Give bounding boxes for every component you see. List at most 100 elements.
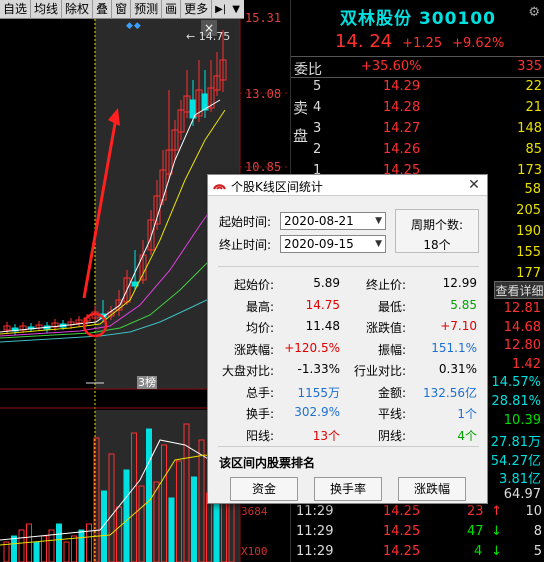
stat-value: 0.31% (438, 362, 477, 376)
ask-row[interactable]: 5 14.29 22 (291, 76, 544, 98)
toolbar-item-more[interactable]: 更多 (181, 0, 213, 19)
price-change-pct: +9.62% (452, 36, 505, 51)
stat-value: 5.89 (313, 276, 340, 290)
dragon-tiger-tag[interactable]: 3榜 (137, 376, 157, 389)
tick-volume: 47 (467, 524, 484, 539)
chevron-down-icon: ▼ (375, 216, 382, 226)
dropdown-arrow-icon[interactable]: ▼ (229, 4, 243, 15)
price-line: 14. 24 +1.25 +9.62% (335, 31, 504, 52)
toolbar-item-ma[interactable]: 均线 (31, 0, 63, 19)
tick-price: 14.25 (383, 504, 421, 519)
dialog-titlebar[interactable]: 个股K线区间统计 ✕ (208, 175, 487, 196)
stat-label: 金额: (377, 385, 406, 400)
view-detail-tab[interactable]: 查看详细 (494, 281, 544, 299)
tick-count: 10 (525, 504, 542, 519)
stat-value: 13个 (312, 428, 340, 443)
end-date-select[interactable]: 2020-09-15 ▼ (280, 235, 386, 253)
bid-volume: 190 (516, 224, 541, 239)
stat-value: 12.81 (503, 301, 541, 316)
chart-toolbar: 自选 均线 除权 叠 窗 预测 画 更多 ▶| ▼ (0, 0, 244, 19)
rank-by-funds-button[interactable]: 资金 (230, 477, 298, 501)
volume-bar (191, 476, 197, 562)
ask-level: 3 (313, 121, 322, 136)
stat-value: 151.1% (431, 340, 477, 355)
bid-volume: 155 (516, 245, 541, 260)
play-icon[interactable]: ▶| (212, 4, 229, 15)
ranking-section-title: 该区间内股票排名 (219, 456, 316, 470)
stat-label: 阳线: (245, 428, 274, 443)
start-date-value: 2020-08-21 (284, 214, 354, 228)
toolbar-item-forecast[interactable]: 预测 (131, 0, 163, 19)
up-arrow-icon: ↑ (491, 504, 502, 519)
stat-label: 振幅: (377, 342, 406, 357)
tick-row: 11:29 14.25 4 ↓ 5 (291, 542, 544, 562)
ask-row[interactable]: 2 14.26 85 (291, 139, 544, 161)
stat-label: 涨跌幅: (233, 342, 274, 357)
stat-value: 1.42 (512, 356, 541, 372)
tick-time: 11:29 (296, 524, 334, 539)
rank-by-turnover-button[interactable]: 换手率 (314, 477, 382, 501)
stats-row: 起始价: 5.89 终止价: 12.99 (208, 274, 487, 294)
stat-value: 54.27亿 (490, 453, 541, 469)
stat-value: 1个 (457, 407, 477, 421)
ask-level: 5 (313, 79, 322, 94)
dialog-close-icon[interactable]: ✕ (465, 176, 483, 194)
volume-bar (78, 529, 85, 562)
stat-label: 换手: (245, 407, 274, 421)
toolbar-item-window[interactable]: 窗 (112, 0, 132, 19)
stock-title: 双林股份 300100 (340, 9, 496, 29)
ask-row[interactable]: 4 14.28 21 (291, 97, 544, 119)
price-axis-label-high: 15.31 (245, 11, 282, 25)
stat-value: 12.80 (503, 338, 541, 354)
gear-icon[interactable]: ⚙ (528, 5, 540, 20)
stat-value: 14.57% (491, 375, 541, 391)
volume-bar (63, 541, 70, 562)
volume-bar (146, 428, 152, 562)
stats-row: 最高: 14.75 最低: 5.85 (208, 296, 487, 316)
last-price: 14. 24 (335, 31, 393, 52)
volume-bar (33, 541, 40, 562)
toolbar-item-draw[interactable]: 画 (162, 0, 182, 19)
stat-label: 均价: (245, 321, 274, 335)
stat-label: 行业对比: (353, 364, 406, 378)
stat-value: 1155万 (297, 385, 340, 400)
start-time-label: 起始时间: (219, 215, 272, 229)
order-diff-value: 335 (517, 59, 542, 74)
tick-volume: 4 (474, 544, 483, 559)
end-time-label: 终止时间: (219, 238, 272, 252)
ask-price: 14.29 (383, 79, 421, 94)
toolbar-item-watchlist[interactable]: 自选 (0, 0, 32, 19)
down-arrow-icon: ↓ (491, 524, 502, 539)
stat-label: 终止价: (365, 278, 406, 292)
ask-level: 2 (313, 142, 322, 157)
period-count-value: 18个 (423, 238, 451, 252)
period-count-label: 周期个数: (410, 218, 464, 232)
ask-row[interactable]: 3 14.27 148 (291, 118, 544, 140)
ask-volume: 22 (525, 79, 542, 94)
stat-value: 12.99 (442, 276, 477, 290)
stat-value: -1.33% (297, 362, 340, 376)
stat-value: 14.68 (503, 319, 541, 335)
ask-price: 14.27 (383, 121, 421, 136)
stat-label: 起始价: (233, 278, 274, 292)
volume-axis-label: 3684 (241, 505, 268, 518)
dialog-title: 个股K线区间统计 (231, 180, 323, 194)
tick-row: 11:29 14.25 47 ↓ 8 (291, 522, 544, 542)
bid-volume: 177 (516, 266, 541, 281)
stat-value: 5.85 (450, 297, 477, 312)
tick-count: 5 (533, 544, 542, 559)
start-date-select[interactable]: 2020-08-21 ▼ (280, 212, 386, 230)
price-axis-label-low: 10.85 (245, 160, 282, 174)
stat-value: +7.10 (440, 319, 477, 333)
stat-label: 总手: (245, 385, 274, 400)
stat-value: 64.97 (503, 487, 541, 502)
toolbar-item-overlay[interactable]: 叠 (93, 0, 113, 19)
tick-time: 11:29 (296, 504, 334, 519)
toolbar-item-exright[interactable]: 除权 (62, 0, 94, 19)
interval-stats-dialog: 个股K线区间统计 ✕ 起始时间: 2020-08-21 ▼ 终止时间: 2020… (207, 174, 488, 504)
stats-row: 大盘对比: -1.33% 行业对比: 0.31% (208, 360, 487, 380)
rank-by-change-button[interactable]: 涨跌幅 (398, 477, 466, 501)
stat-value: +120.5% (284, 340, 340, 355)
ask-price: 14.26 (383, 142, 421, 157)
order-ratio-value: +35.60% (361, 59, 422, 74)
